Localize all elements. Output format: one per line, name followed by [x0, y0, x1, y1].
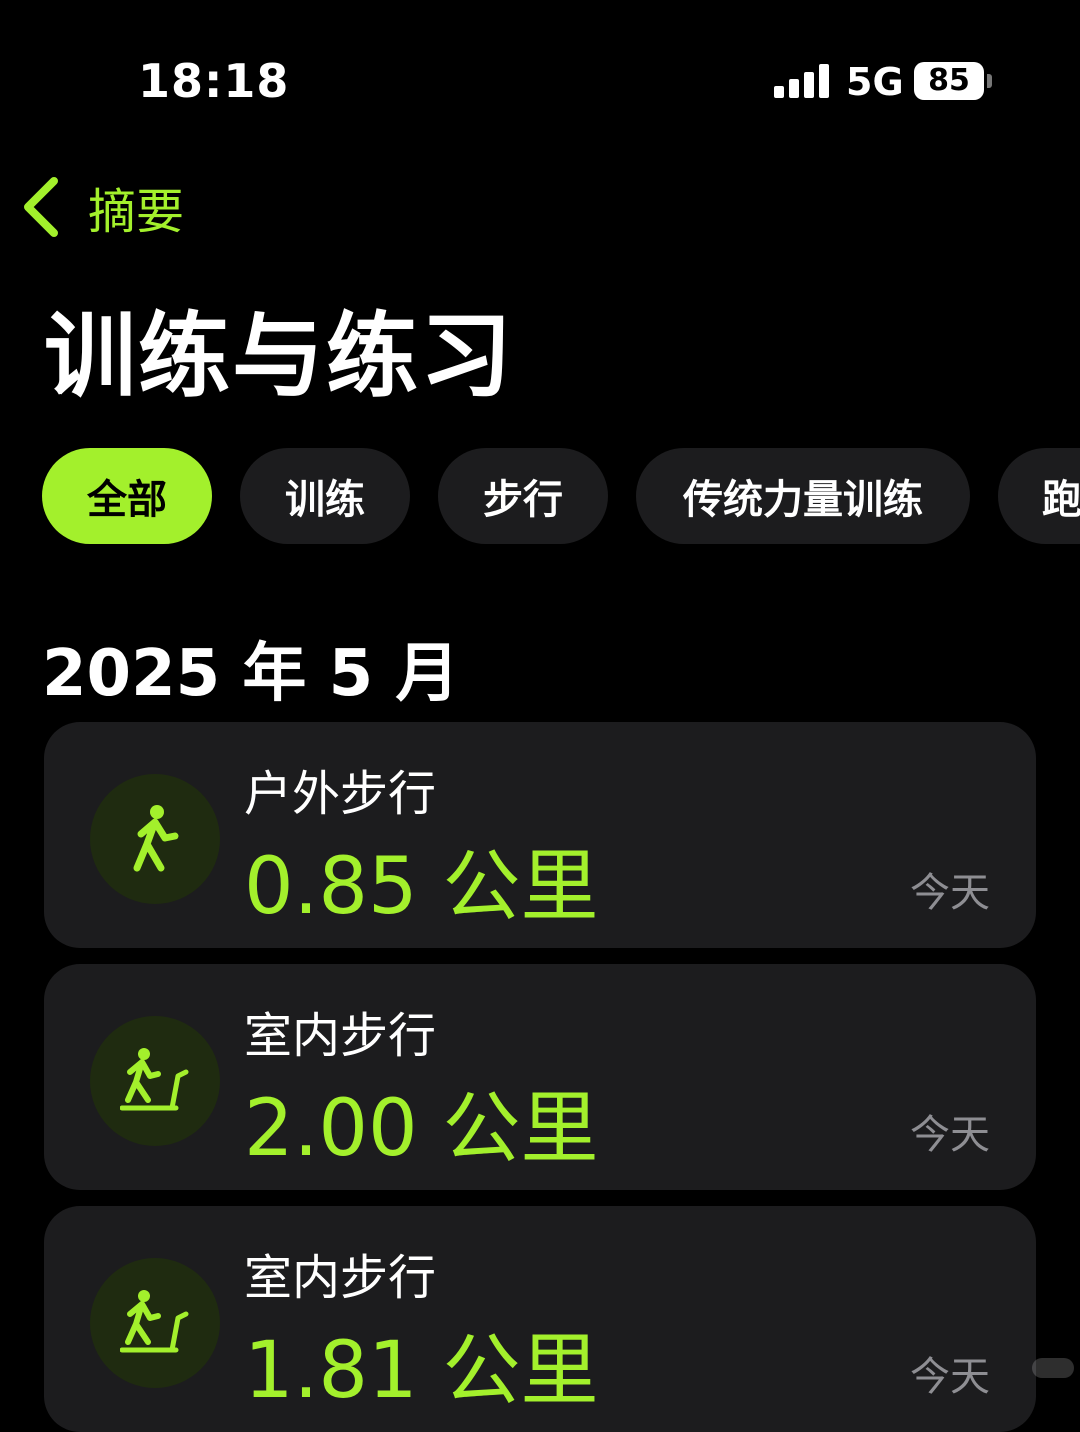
workout-date: 今天 — [910, 1354, 990, 1400]
filter-chip-label: 训练 — [285, 477, 365, 523]
battery-tip — [987, 74, 992, 88]
workout-name: 室内步行 — [244, 1250, 437, 1306]
filter-bar: 全部 训练 步行 传统力量训练 跑 — [42, 448, 1080, 546]
filter-chip-walking[interactable]: 步行 — [438, 448, 608, 544]
workout-name: 室内步行 — [244, 1008, 437, 1064]
back-label: 摘要 — [88, 184, 185, 240]
workout-card[interactable]: 室内步行 2.00 公里 今天 — [44, 964, 1036, 1190]
treadmill-walking-icon — [90, 1016, 220, 1146]
workout-name: 户外步行 — [244, 766, 437, 822]
workout-card[interactable]: 户外步行 0.85 公里 今天 — [44, 722, 1036, 948]
filter-chip-label: 跑 — [1042, 477, 1080, 523]
filter-chip-training[interactable]: 训练 — [240, 448, 410, 544]
cellular-signal-icon — [774, 64, 829, 98]
workout-distance: 2.00 公里 — [244, 1084, 599, 1174]
status-bar: 18:18 5G 85 — [0, 0, 1080, 140]
page-title: 训练与练习 — [44, 303, 515, 410]
workout-distance: 1.81 公里 — [244, 1326, 599, 1416]
walking-icon — [90, 774, 220, 904]
battery-icon: 85 — [914, 62, 984, 100]
watermark-logo — [1032, 1358, 1074, 1378]
back-button[interactable]: 摘要 — [20, 170, 184, 244]
filter-chip-label: 全部 — [87, 477, 167, 523]
filter-chip-strength-training[interactable]: 传统力量训练 — [636, 448, 970, 544]
status-time: 18:18 — [138, 54, 290, 108]
workout-distance: 0.85 公里 — [244, 842, 599, 932]
filter-chip-all[interactable]: 全部 — [42, 448, 212, 544]
filter-chip-label: 步行 — [483, 477, 563, 523]
workout-date: 今天 — [910, 870, 990, 916]
workout-card[interactable]: 室内步行 1.81 公里 今天 — [44, 1206, 1036, 1432]
workout-date: 今天 — [910, 1112, 990, 1158]
treadmill-walking-icon — [90, 1258, 220, 1388]
network-type: 5G — [846, 60, 904, 104]
filter-chip-label: 传统力量训练 — [683, 477, 923, 523]
filter-chip-running[interactable]: 跑 — [998, 448, 1080, 544]
section-header-month: 2025 年 5 月 — [42, 637, 460, 711]
chevron-left-icon — [24, 177, 58, 237]
